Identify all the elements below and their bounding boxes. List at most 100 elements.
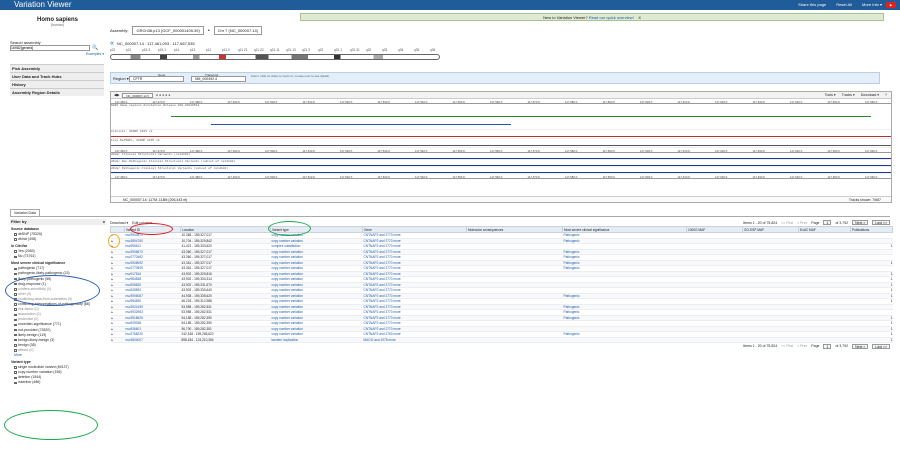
tools-menu[interactable]: Tools ▾: [825, 93, 836, 97]
checkbox[interactable]: [14, 323, 17, 327]
checkbox[interactable]: [14, 250, 17, 253]
checkbox[interactable]: [14, 381, 17, 385]
tab-variation-data[interactable]: Variation Data: [10, 209, 40, 216]
band-label: q11.21: [238, 48, 248, 52]
ruler-tick-label: 117,490 K: [227, 148, 241, 153]
checkbox[interactable]: [14, 255, 17, 259]
nav-pick-assembly[interactable]: Pick Assembly: [10, 64, 104, 72]
ruler-tick-label: 117,610 K: [677, 148, 691, 153]
reset-all-link[interactable]: Reset All: [836, 0, 852, 10]
close-icon[interactable]: x: [103, 219, 105, 225]
app-title: Variation Viewer: [14, 0, 72, 9]
publications-cell: 1: [850, 337, 893, 343]
checkbox[interactable]: [14, 233, 17, 236]
ruler-tick-label: 117,620 K: [715, 148, 728, 153]
search-icon[interactable]: 🔍: [92, 45, 98, 51]
checkbox[interactable]: [14, 344, 17, 347]
download-menu[interactable]: Download ▾: [861, 93, 879, 97]
banner-close-icon[interactable]: X: [638, 15, 641, 20]
checkbox[interactable]: [14, 308, 17, 311]
checkbox[interactable]: [14, 277, 17, 281]
dbvar-path-track[interactable]: dbVar Pathogenic Clinical Structural Var…: [111, 167, 891, 174]
ruler-tick-label: 117,520 K: [340, 174, 353, 179]
prev-page-button[interactable]: < Prev: [797, 221, 807, 225]
annotation-track[interactable]: NCBI Homo sapiens Annotation Release 109…: [111, 104, 891, 130]
checkbox[interactable]: [14, 349, 17, 352]
table-row[interactable]: ▸ nsv3604007 898,184 - 124,210,354 tandem d…: [110, 337, 893, 343]
checkbox[interactable]: [14, 288, 17, 291]
search-input[interactable]: [10, 45, 90, 51]
checkbox[interactable]: [14, 282, 17, 286]
dbvar-clinical-track[interactable]: dbVar Clinical Structural Variants (nstd…: [111, 153, 891, 160]
next-page-button[interactable]: Next >: [852, 220, 869, 225]
youtube-icon[interactable]: ▶: [886, 2, 896, 8]
chrom-coordinates: NC_000007.14 : 117,461,093 - 117,667,535: [116, 41, 195, 46]
checkbox[interactable]: [14, 293, 17, 296]
ruler-tick-label: 117,590 K: [602, 174, 616, 179]
tracks-menu[interactable]: Tracks ▾: [842, 93, 855, 97]
gene-select[interactable]: CFTR: [129, 76, 184, 82]
checkbox[interactable]: [14, 333, 17, 337]
share-link[interactable]: Share this page: [798, 0, 826, 10]
variant-id-link[interactable]: nsv3604007: [124, 337, 181, 343]
zoom-icons[interactable]: ● ● ● ● ●: [156, 93, 170, 97]
nav-history[interactable]: History: [10, 80, 104, 88]
ruler-tick-label: 117,570 K: [527, 174, 541, 179]
banner-link[interactable]: Read our quick overview!: [589, 15, 634, 20]
checkbox[interactable]: [14, 376, 17, 380]
first-page-button[interactable]: << First: [781, 221, 793, 225]
region-select[interactable]: Region ▾: [113, 76, 129, 81]
filter-option[interactable]: dbVar (498): [10, 237, 106, 242]
download-button[interactable]: Download ▾: [110, 221, 128, 225]
chromosome-ideogram[interactable]: [110, 54, 440, 60]
prev-page-button[interactable]: < Prev: [797, 344, 807, 349]
gene-link[interactable]: MAGI2 and 1978 more: [362, 337, 467, 343]
ruler-tick-label: 117,540 K: [415, 99, 428, 104]
edit-columns-button[interactable]: Edit columns: [132, 221, 152, 225]
more-info-link[interactable]: More Info ▾: [862, 0, 882, 10]
1000g-maf-cell: [686, 337, 743, 343]
filter-option[interactable]: insertion (486): [10, 380, 106, 385]
checkbox[interactable]: [14, 272, 17, 276]
collapse-icon[interactable]: «: [110, 40, 114, 47]
nav-user-data[interactable]: User Data and Track Hubs: [10, 72, 104, 80]
results-panel: Download ▾ Edit columns Items 1 - 20 of …: [110, 219, 893, 350]
clinical-track[interactable]: Clinical, dbSNP b155 v2: [111, 130, 891, 139]
ruler-tick-label: 117,500 K: [265, 174, 278, 179]
checkbox[interactable]: [14, 298, 17, 301]
ruler-tick-label: 117,580 K: [565, 148, 578, 153]
checkbox[interactable]: [14, 338, 17, 342]
transcript-select[interactable]: NM_000492.4: [191, 76, 246, 82]
dbvar-nonpath-track[interactable]: dbVar Non-Pathogenic Clinical Structural…: [111, 160, 891, 167]
checkbox[interactable]: [14, 366, 17, 369]
checkbox[interactable]: [14, 318, 17, 322]
band-label: q31.1: [334, 48, 342, 52]
more-link[interactable]: More: [10, 353, 106, 358]
checkbox[interactable]: [14, 313, 17, 317]
ruler-tick-label: 117,580 K: [565, 174, 578, 179]
help-icon[interactable]: ?: [885, 93, 887, 97]
checkbox[interactable]: [14, 238, 17, 241]
first-page-button[interactable]: << First: [781, 344, 793, 349]
page-input[interactable]: 1: [823, 344, 832, 349]
filter-option-label: No (73761): [18, 254, 36, 259]
next-page-button[interactable]: Next >: [852, 344, 869, 349]
last-page-button[interactable]: Last >>: [872, 220, 890, 225]
nav-region-details[interactable]: Assembly Region Details: [10, 88, 104, 96]
sequence-select[interactable]: NC_000007.14 ▾: [122, 92, 153, 98]
refsnp-track[interactable]: Live RefSNPs, dbSNP b155 v2: [111, 139, 891, 148]
ruler-tick-label: 117,530 K: [377, 174, 391, 179]
nav-arrows-icon[interactable]: ◀▶: [114, 93, 119, 97]
checkbox[interactable]: [14, 267, 17, 271]
page-input[interactable]: 1: [823, 220, 832, 225]
checkbox[interactable]: [14, 328, 17, 332]
checkbox[interactable]: [14, 303, 17, 306]
expand-icon[interactable]: ▸: [110, 337, 125, 343]
filter-option[interactable]: No (73761): [10, 254, 106, 259]
assembly-select[interactable]: GRCh38.p13 (GCF_000001405.39): [132, 26, 204, 35]
chromosome-select[interactable]: Chr 7 (NC_000007.14): [213, 26, 263, 35]
checkbox[interactable]: [14, 371, 17, 374]
last-page-button[interactable]: Last >>: [872, 344, 890, 349]
genome-browser[interactable]: ◀▶ NC_000007.14 ▾ ● ● ● ● ● Tools ▾ Trac…: [110, 91, 892, 203]
pagination-top: Items 1 - 20 of 75,824 << First < Prev P…: [743, 219, 890, 226]
